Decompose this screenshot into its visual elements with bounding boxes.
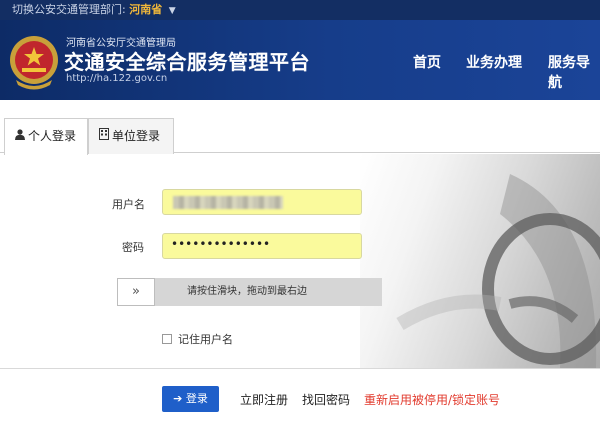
car-interior-photo: [360, 154, 600, 368]
tab-personal-login[interactable]: 个人登录: [4, 118, 88, 155]
site-url: http://ha.122.gov.cn: [66, 73, 168, 84]
remember-label: 记住用户名: [178, 333, 233, 346]
forgot-password-link[interactable]: 找回密码: [302, 391, 350, 408]
login-button[interactable]: ➔ 登录: [162, 386, 219, 412]
caret-down-icon[interactable]: ▼: [169, 6, 176, 16]
remember-checkbox[interactable]: [162, 334, 172, 344]
nav-home[interactable]: 首页: [413, 52, 441, 72]
password-label: 密码: [122, 241, 144, 254]
register-link[interactable]: 立即注册: [240, 391, 288, 408]
tab-organization-login[interactable]: 单位登录: [88, 118, 174, 154]
username-value-blurred: [173, 196, 283, 209]
slider-handle[interactable]: »: [117, 278, 155, 306]
tab-label: 单位登录: [112, 129, 161, 143]
username-label: 用户名: [112, 198, 145, 211]
password-value: ••••••••••••••: [171, 237, 271, 251]
building-icon: [99, 119, 109, 153]
nav-service-guide[interactable]: 服务导航: [548, 52, 600, 92]
site-header: 河南省公安厅交通管理局 交通安全综合服务管理平台 http://ha.122.g…: [0, 20, 600, 100]
divider: [0, 368, 600, 369]
username-field[interactable]: [162, 189, 362, 215]
slider-hint: 请按住滑块，拖动到最右边: [187, 286, 307, 297]
department-switch-bar[interactable]: 切换公安交通管理部门: 河南省 ▼: [0, 0, 600, 20]
nav-business[interactable]: 业务办理: [466, 52, 522, 72]
switch-label: 切换公安交通管理部门:: [12, 3, 126, 16]
police-emblem-icon: [10, 36, 58, 90]
site-title: 交通安全综合服务管理平台: [64, 50, 310, 74]
province-selector[interactable]: 河南省: [129, 3, 162, 16]
slide-verify: » 请按住滑块，拖动到最右边: [117, 278, 382, 306]
remember-username[interactable]: 记住用户名: [162, 331, 233, 347]
user-icon: [15, 119, 25, 153]
tab-label: 个人登录: [28, 129, 77, 143]
reactivate-account-link[interactable]: 重新启用被停用/锁定账号: [364, 391, 500, 408]
password-field[interactable]: ••••••••••••••: [162, 233, 362, 259]
login-arrow-icon: ➔: [173, 392, 186, 405]
